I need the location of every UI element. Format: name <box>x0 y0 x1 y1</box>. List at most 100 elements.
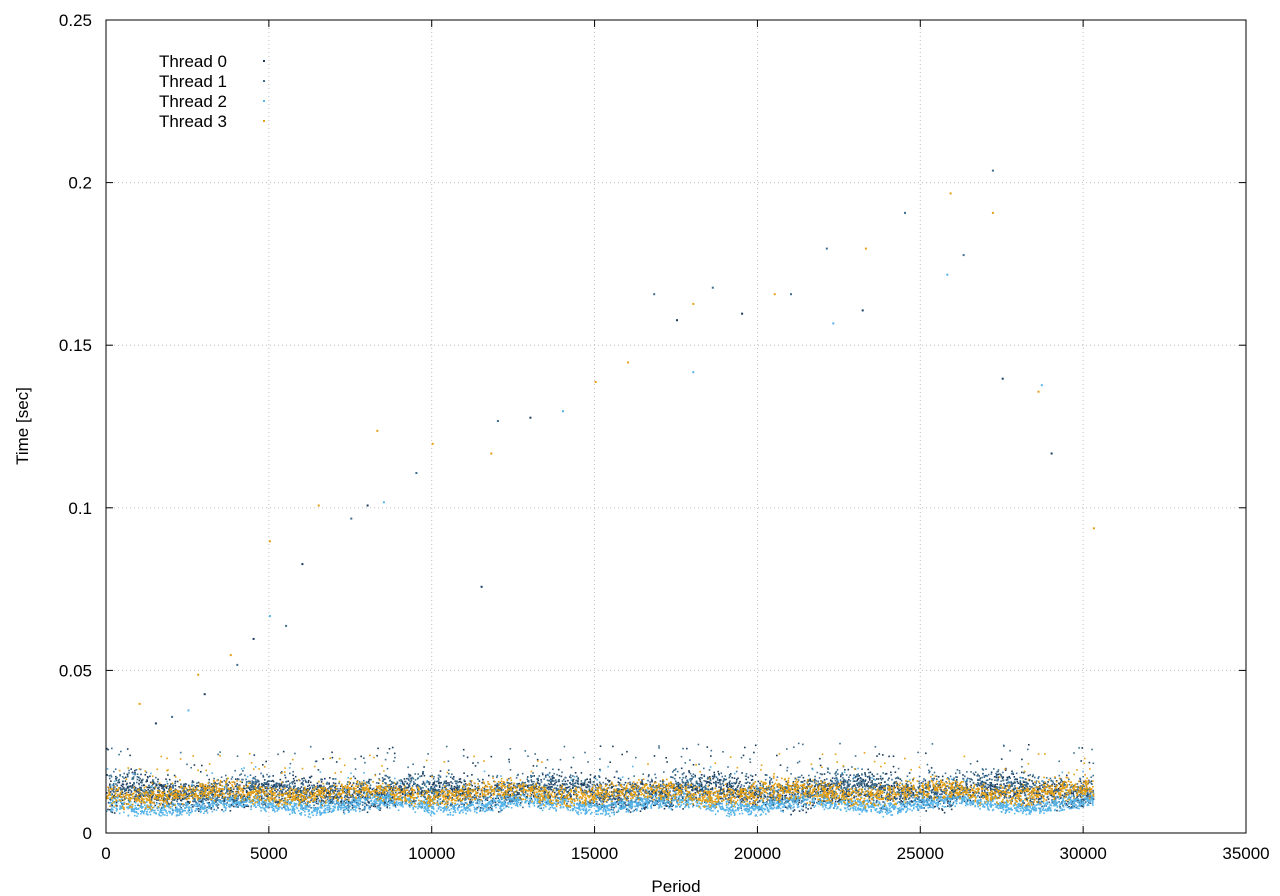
data-point <box>710 788 712 790</box>
data-point <box>227 784 229 786</box>
data-point <box>751 775 754 778</box>
data-point <box>711 787 714 789</box>
data-point <box>699 779 701 781</box>
data-point <box>233 805 235 808</box>
data-point <box>371 793 374 795</box>
data-point <box>587 781 590 783</box>
data-point <box>947 787 950 789</box>
data-point <box>167 785 169 788</box>
data-point <box>610 806 613 808</box>
data-point <box>1002 744 1005 747</box>
data-point <box>1018 787 1020 790</box>
data-point <box>892 782 895 785</box>
data-point <box>1017 782 1019 784</box>
data-point <box>968 777 971 780</box>
data-point <box>125 776 127 779</box>
data-point <box>993 776 996 778</box>
data-point <box>408 790 410 792</box>
data-point <box>258 783 261 785</box>
data-point <box>1019 780 1022 782</box>
data-point <box>861 768 863 770</box>
outlier-point <box>1050 452 1053 455</box>
data-point <box>706 794 709 796</box>
outlier-point <box>480 585 483 588</box>
data-point <box>744 775 747 777</box>
data-point <box>925 810 927 812</box>
data-point <box>469 780 472 782</box>
data-point <box>1012 772 1014 774</box>
data-point <box>1058 760 1060 763</box>
data-point <box>335 761 338 763</box>
data-point <box>1000 758 1003 760</box>
data-point <box>367 795 369 797</box>
data-point <box>598 803 601 805</box>
data-point <box>406 782 408 785</box>
data-point <box>109 784 111 787</box>
data-point <box>508 761 511 763</box>
data-point <box>744 782 747 784</box>
data-point <box>958 770 961 772</box>
data-point <box>713 773 716 776</box>
data-point <box>809 780 812 782</box>
data-point <box>688 770 690 772</box>
data-point <box>174 780 177 783</box>
data-point <box>685 775 687 778</box>
data-point <box>358 781 361 783</box>
data-point <box>240 773 243 775</box>
data-point <box>1003 797 1005 799</box>
data-point <box>721 775 724 778</box>
data-point <box>983 776 986 778</box>
data-point <box>853 796 855 799</box>
data-point <box>292 774 294 777</box>
data-point <box>154 804 157 807</box>
data-point <box>158 786 160 789</box>
data-point <box>317 769 320 771</box>
data-point <box>814 775 816 778</box>
data-point <box>212 795 214 797</box>
data-point <box>300 786 303 788</box>
data-point <box>138 783 140 786</box>
data-point <box>767 796 769 798</box>
data-point <box>599 796 601 799</box>
data-point <box>149 781 152 784</box>
data-point <box>880 782 882 784</box>
data-point <box>638 788 640 791</box>
data-point <box>705 782 708 784</box>
data-point <box>698 763 700 766</box>
data-point <box>1047 781 1049 783</box>
data-point <box>841 783 843 785</box>
data-point <box>718 779 721 782</box>
data-point <box>245 783 248 786</box>
data-point <box>248 786 251 789</box>
data-point <box>751 778 754 781</box>
data-point <box>145 780 148 783</box>
data-point <box>322 800 324 802</box>
data-point <box>569 774 572 776</box>
data-point <box>551 786 553 788</box>
data-point <box>987 786 990 788</box>
data-point <box>410 780 412 783</box>
data-point <box>236 783 238 785</box>
data-point <box>834 800 837 803</box>
data-point <box>679 777 681 779</box>
data-point <box>807 808 809 810</box>
data-point <box>654 773 656 776</box>
data-point <box>624 801 627 804</box>
data-point <box>713 771 715 774</box>
data-point <box>368 802 370 804</box>
data-point <box>1003 783 1005 785</box>
data-point <box>1036 788 1039 791</box>
data-point <box>722 784 725 787</box>
data-point <box>674 774 677 776</box>
data-point <box>478 780 481 782</box>
data-point <box>676 782 678 784</box>
data-point <box>1056 809 1058 812</box>
data-point <box>816 771 819 774</box>
data-point <box>388 748 391 750</box>
data-point <box>317 803 319 805</box>
data-point <box>905 798 907 801</box>
data-point <box>997 779 999 782</box>
data-point <box>680 767 683 770</box>
data-point <box>943 811 946 814</box>
data-point <box>173 774 176 777</box>
